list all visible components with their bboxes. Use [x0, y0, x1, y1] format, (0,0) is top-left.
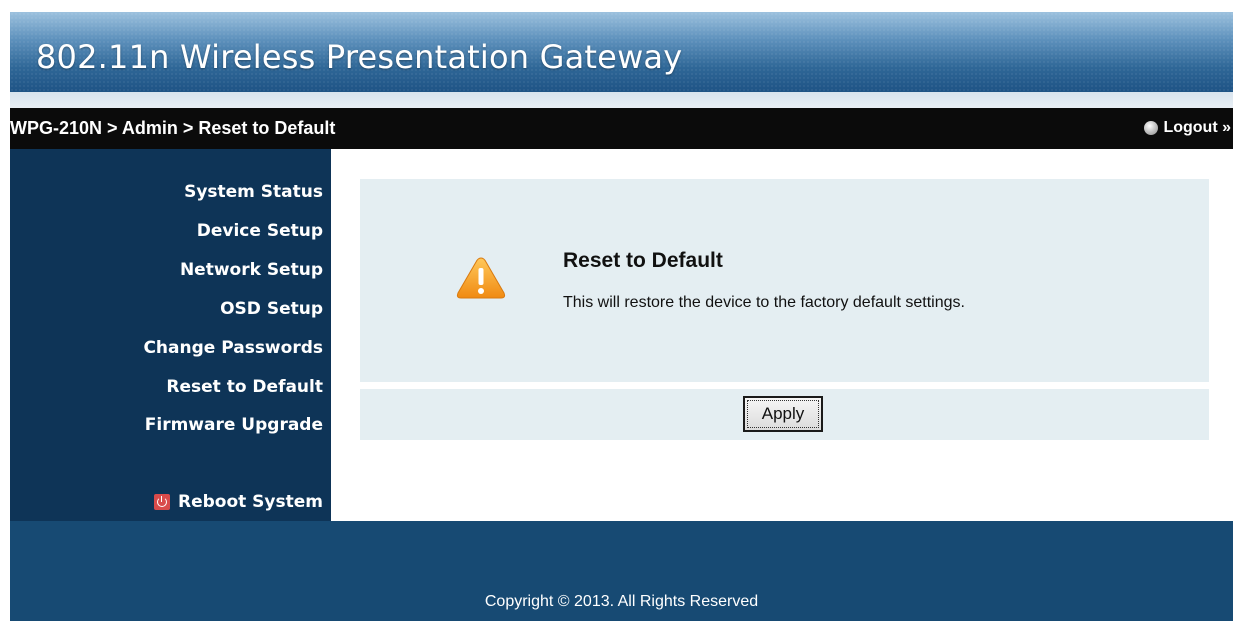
- reboot-label: Reboot System: [177, 492, 323, 512]
- action-panel: Apply: [360, 389, 1209, 440]
- app-title: 802.11n Wireless Presentation Gateway: [36, 38, 683, 76]
- header-banner: 802.11n Wireless Presentation Gateway: [10, 12, 1233, 108]
- logout-icon: [1144, 121, 1159, 135]
- reboot-system-button[interactable]: Reboot System: [153, 492, 323, 512]
- copyright-text: Copyright © 2013. All Rights Reserved: [484, 593, 759, 610]
- sidebar-item-device-setup[interactable]: Device Setup: [197, 221, 323, 241]
- logout-label: Logout »: [1163, 119, 1231, 136]
- warning-icon: [456, 257, 506, 299]
- sidebar-item-system-status[interactable]: System Status: [184, 182, 323, 202]
- panel-heading: Reset to Default: [563, 249, 723, 272]
- sidebar-item-reset-to-default[interactable]: Reset to Default: [166, 377, 323, 397]
- top-strip: [0, 0, 1233, 12]
- reset-info-panel: Reset to Default This will restore the d…: [360, 179, 1209, 382]
- breadcrumb-bar: WPG-210N > Admin > Reset to Default Logo…: [10, 108, 1233, 149]
- footer: Copyright © 2013. All Rights Reserved: [10, 521, 1233, 621]
- power-icon: [153, 494, 170, 510]
- sidebar-item-network-setup[interactable]: Network Setup: [180, 260, 323, 280]
- apply-button[interactable]: Apply: [743, 396, 823, 432]
- sidebar: System Status Device Setup Network Setup…: [10, 149, 331, 521]
- panel-description: This will restore the device to the fact…: [563, 294, 965, 311]
- breadcrumb: WPG-210N > Admin > Reset to Default: [10, 118, 336, 138]
- sidebar-item-osd-setup[interactable]: OSD Setup: [220, 299, 323, 319]
- banner-band: [10, 92, 1233, 108]
- sidebar-item-firmware-upgrade[interactable]: Firmware Upgrade: [145, 415, 323, 435]
- main-content: Reset to Default This will restore the d…: [331, 149, 1233, 521]
- logout-link[interactable]: Logout »: [1144, 119, 1231, 137]
- sidebar-item-change-passwords[interactable]: Change Passwords: [143, 338, 323, 358]
